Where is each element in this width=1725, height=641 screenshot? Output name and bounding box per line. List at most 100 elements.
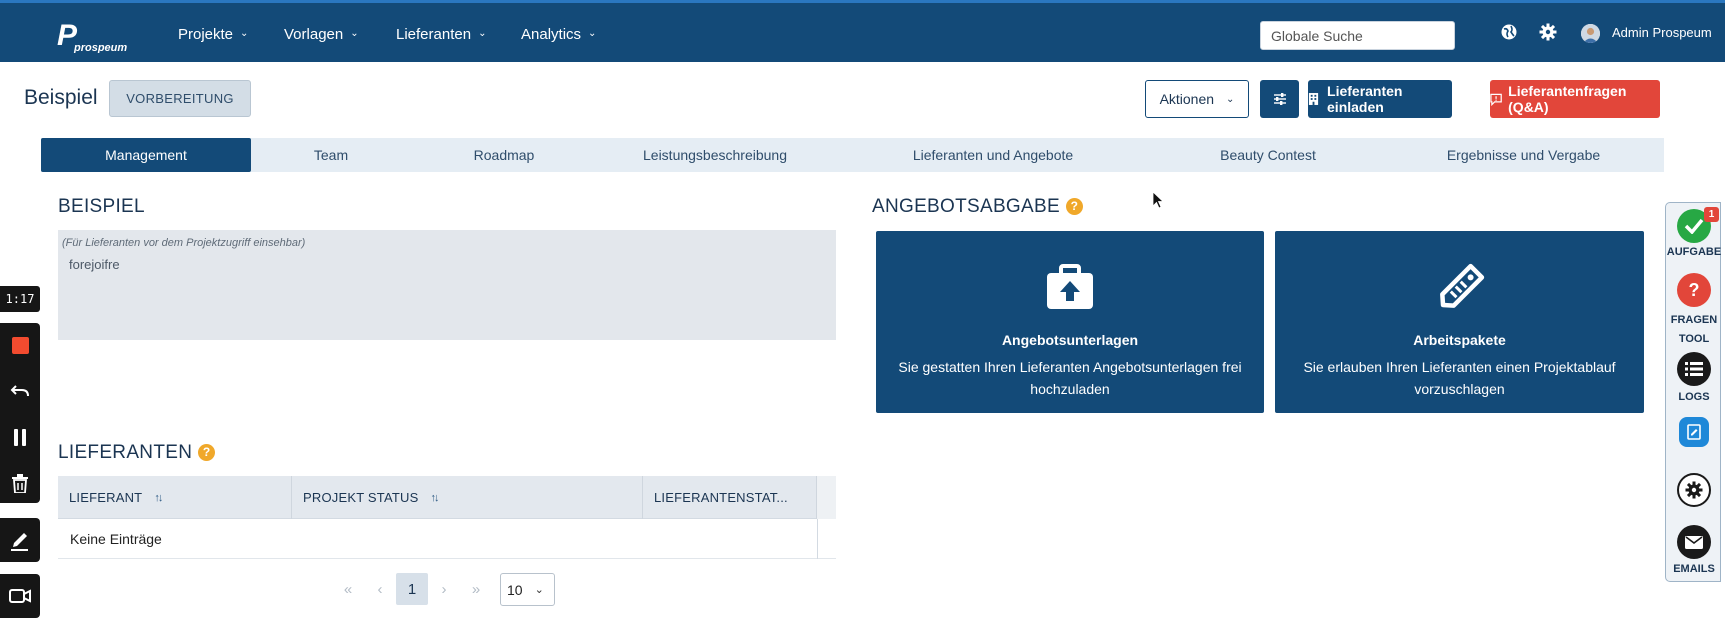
side-tool-label: FRAGEN TOOL: [1670, 314, 1718, 345]
envelope-icon: [1677, 525, 1711, 559]
tab-roadmap[interactable]: Roadmap: [411, 138, 597, 172]
top-navbar: P prospeum Projekte ⌄ Vorlagen ⌄ Liefera…: [0, 0, 1725, 62]
prev-page-button[interactable]: ‹: [367, 576, 393, 602]
supplier-qa-label: Lieferantenfragen (Q&A): [1508, 83, 1627, 115]
pause-icon: [14, 428, 26, 446]
suppliers-title-text: LIEFERANTEN: [58, 442, 193, 463]
tab-label: Lieferanten und Angebote: [912, 147, 1074, 163]
tab-management[interactable]: Management: [41, 138, 251, 172]
edit-note-icon: [1679, 417, 1709, 447]
table-row-empty: Keine Einträge: [58, 519, 836, 559]
project-description-field[interactable]: (Für Lieferanten vor dem Projektzugriff …: [58, 230, 836, 340]
mouse-cursor-icon: [1152, 191, 1164, 209]
stop-icon: [11, 336, 29, 354]
column-projekt-status[interactable]: PROJEKT STATUS ↑↓: [292, 476, 643, 519]
filter-settings-button[interactable]: [1260, 80, 1299, 118]
camera-toggle-button[interactable]: [0, 574, 40, 618]
suppliers-section-title: LIEFERANTEN?: [58, 442, 216, 464]
card-title: Angebotsunterlagen: [1001, 332, 1139, 348]
prospeum-logo[interactable]: P prospeum: [57, 17, 127, 53]
empty-message: Keine Einträge: [70, 530, 162, 547]
nav-vorlagen[interactable]: Vorlagen ⌄: [284, 3, 359, 65]
side-tool-label: AUFGABE: [1666, 246, 1722, 258]
nav-projekte-label: Projekte: [178, 25, 234, 43]
description-hint: (Für Lieferanten vor dem Projektzugriff …: [62, 237, 306, 249]
chevron-down-icon: ⌄: [534, 584, 544, 596]
side-tool-aufgabe[interactable]: 1 AUFGABE: [1666, 207, 1722, 258]
undo-button[interactable]: [0, 369, 40, 413]
chevron-down-icon: ⌄: [240, 27, 249, 39]
chevron-down-icon: ⌄: [588, 27, 597, 39]
nav-vorlagen-label: Vorlagen: [284, 25, 344, 43]
sort-icon[interactable]: ↑↓: [154, 492, 163, 504]
video-camera-icon: [9, 589, 31, 603]
pen-icon: [11, 533, 28, 551]
page-title: Beispiel: [24, 86, 98, 109]
side-tool-emails[interactable]: EMAILS: [1666, 525, 1722, 575]
card-description: Sie gestatten Ihren Lieferanten Angebots…: [898, 359, 1242, 397]
card-title: Arbeitspakete: [1413, 332, 1506, 348]
notification-badge: 1: [1704, 207, 1719, 222]
side-tool-logs[interactable]: LOGS: [1666, 352, 1722, 403]
building-icon: [1308, 93, 1319, 105]
first-page-button[interactable]: «: [335, 576, 361, 602]
nav-lieferanten[interactable]: Lieferanten ⌄: [396, 3, 486, 65]
chevron-down-icon: ⌄: [478, 27, 487, 39]
project-tabs: Management Team Roadmap Leistungsbeschre…: [41, 138, 1664, 172]
side-tool-settings[interactable]: [1666, 473, 1722, 507]
globe-icon[interactable]: [1500, 23, 1518, 41]
help-icon[interactable]: ?: [198, 444, 216, 461]
status-badge: VORBEREITUNG: [109, 80, 251, 117]
avatar[interactable]: [1581, 24, 1600, 43]
user-name[interactable]: Admin Prospeum: [1612, 25, 1712, 40]
scrollbar-gutter: [817, 476, 836, 519]
comment-alert-icon: [1490, 93, 1502, 106]
nav-projekte[interactable]: Projekte ⌄: [178, 3, 248, 65]
invite-suppliers-button[interactable]: Lieferanten einladen: [1308, 80, 1452, 118]
list-icon: [1677, 352, 1711, 386]
last-page-button[interactable]: »: [463, 576, 489, 602]
help-icon[interactable]: ?: [1065, 198, 1083, 215]
tab-beauty-contest[interactable]: Beauty Contest: [1153, 138, 1383, 172]
suppliers-table: LIEFERANT ↑↓ PROJEKT STATUS ↑↓ LIEFERANT…: [58, 476, 836, 559]
supplier-qa-button[interactable]: Lieferantenfragen (Q&A): [1490, 80, 1660, 118]
draw-tool-button[interactable]: [0, 518, 40, 562]
tab-label: Team: [313, 147, 349, 163]
gear-icon[interactable]: [1539, 23, 1557, 41]
offer-title-text: ANGEBOTSABGABE: [872, 196, 1060, 217]
briefcase-upload-icon: [1047, 264, 1093, 309]
actions-dropdown-button[interactable]: Aktionen ⌄: [1145, 80, 1249, 118]
next-page-button[interactable]: ›: [431, 576, 457, 602]
stop-recording-button[interactable]: [0, 323, 40, 367]
sort-icon[interactable]: ↑↓: [430, 492, 439, 504]
card-arbeitspakete[interactable]: Arbeitspakete Sie erlauben Ihren Liefera…: [1275, 231, 1644, 413]
tab-leistungsbeschreibung[interactable]: Leistungsbeschreibung: [597, 138, 833, 172]
nav-analytics[interactable]: Analytics ⌄: [521, 3, 596, 65]
column-lieferantenstatus[interactable]: LIEFERANTENSTAT...: [643, 476, 817, 519]
tab-label: Roadmap: [473, 147, 535, 163]
recording-timer: 1:17: [0, 286, 40, 312]
page-number-current[interactable]: 1: [396, 573, 428, 605]
side-tool-panel: 1 AUFGABE ? FRAGEN TOOL LOGS EMAILS: [1665, 202, 1721, 582]
tab-label: Beauty Contest: [1220, 147, 1316, 163]
side-tool-fragen[interactable]: ? FRAGEN TOOL: [1666, 273, 1722, 349]
delete-recording-button[interactable]: [0, 461, 40, 505]
tab-label: Ergebnisse und Vergabe: [1446, 147, 1601, 163]
pause-button[interactable]: [0, 415, 40, 459]
logo-text: prospeum: [73, 42, 127, 53]
card-angebotsunterlagen[interactable]: Angebotsunterlagen Sie gestatten Ihren L…: [876, 231, 1264, 413]
global-search-input[interactable]: [1260, 21, 1455, 50]
side-tool-label: LOGS: [1678, 391, 1710, 403]
rows-per-page-select[interactable]: 10 ⌄: [500, 573, 555, 606]
tab-label: Management: [105, 147, 187, 163]
scrollbar[interactable]: [817, 519, 836, 559]
nav-analytics-label: Analytics: [521, 25, 582, 43]
description-text: forejoifre: [69, 257, 120, 272]
side-tool-notes[interactable]: [1666, 417, 1722, 447]
tab-ergebnisse-und-vergabe[interactable]: Ergebnisse und Vergabe: [1383, 138, 1664, 172]
column-label: PROJEKT STATUS: [303, 490, 419, 505]
sliders-icon: [1273, 93, 1286, 105]
tab-lieferanten-und-angebote[interactable]: Lieferanten und Angebote: [833, 138, 1153, 172]
column-lieferant[interactable]: LIEFERANT ↑↓: [58, 476, 292, 519]
tab-team[interactable]: Team: [251, 138, 411, 172]
